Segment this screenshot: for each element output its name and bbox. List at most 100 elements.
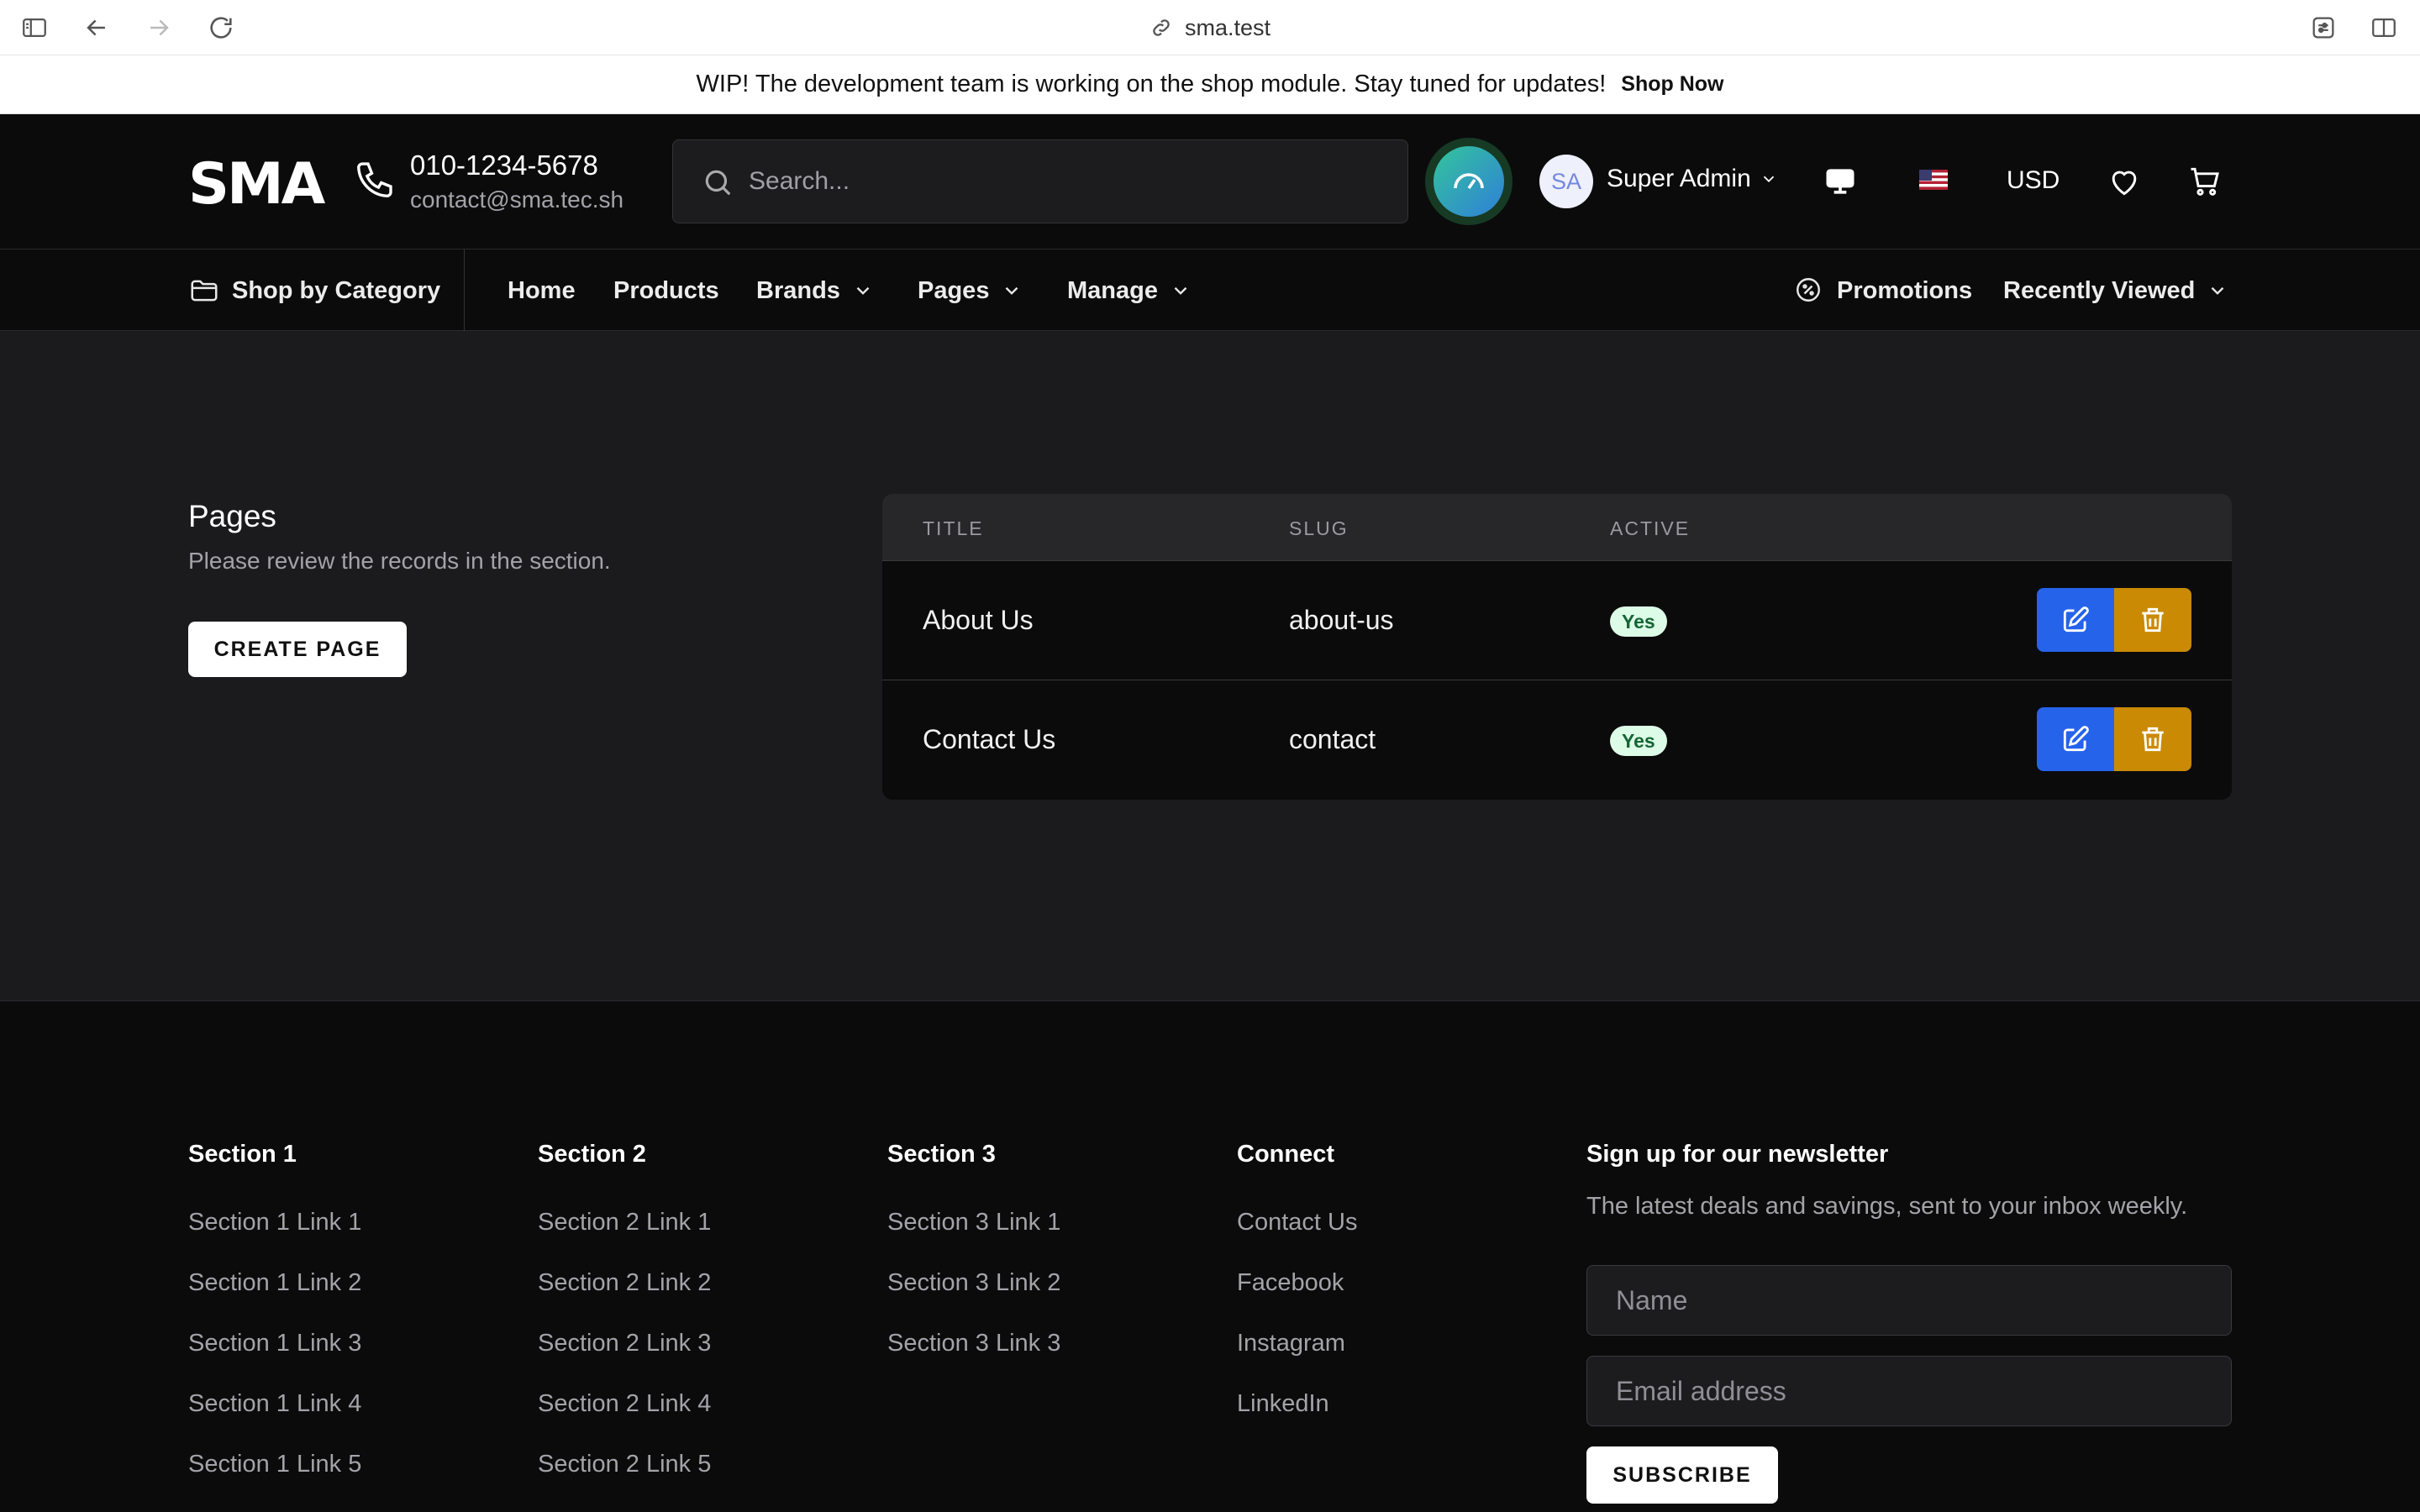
page-title: Pages [188,499,276,533]
nav-home[interactable]: Home [508,249,576,332]
heart-icon[interactable] [2106,163,2143,200]
footer-link[interactable]: Section 1 Link 4 [188,1390,361,1451]
announcement-bar: WIP! The development team is working on … [0,55,2420,114]
chevron-down-icon [2207,280,2228,302]
nav-recently-viewed[interactable]: Recently Viewed [2003,249,2228,332]
extensions-icon[interactable] [2309,13,2338,42]
site-header: SMA 010-1234-5678 contact@sma.tec.sh SA … [0,114,2420,249]
footer-heading: Section 1 [188,1141,297,1168]
search-icon [702,166,734,198]
user-menu[interactable]: Super Admin [1607,165,1778,193]
footer-link[interactable]: LinkedIn [1237,1390,1357,1451]
logo[interactable]: SMA [188,151,325,218]
delete-button[interactable] [2114,588,2191,652]
trash-icon [2137,604,2169,636]
phone-icon [353,156,398,202]
footer-link[interactable]: Section 3 Link 2 [887,1269,1060,1330]
subscribe-button[interactable]: SUBSCRIBE [1586,1446,1778,1504]
nav-products-label: Products [613,276,719,304]
edit-button[interactable] [2037,588,2114,652]
row-title: About Us [923,605,1034,635]
avatar[interactable]: SA [1539,155,1593,208]
trash-icon [2137,723,2169,755]
browser-toolbar: sma.test [0,0,2420,55]
chevron-down-icon [1170,280,1192,302]
cart-icon[interactable] [2186,163,2223,200]
footer-section-2: Section 2 Section 2 Link 1 Section 2 Lin… [538,1141,711,1511]
create-page-button[interactable]: CREATE PAGE [188,622,407,677]
nav-promotions-label: Promotions [1837,276,1973,304]
search-box[interactable] [672,139,1408,223]
footer-section-3: Section 3 Section 3 Link 1 Section 3 Lin… [887,1141,1060,1390]
column-header-title: TITLE [923,517,984,539]
row-slug: contact [1289,724,1376,754]
address-bar[interactable]: sma.test [0,0,2420,55]
user-name: Super Admin [1607,165,1751,192]
nav-pages[interactable]: Pages [918,249,1023,332]
link-icon [1150,16,1173,39]
split-view-icon[interactable] [2370,13,2398,42]
status-badge: Yes [1610,606,1667,637]
table-header: TITLE SLUG ACTIVE [882,494,2232,561]
footer-heading: Section 2 [538,1141,646,1168]
status-badge: Yes [1610,726,1667,756]
footer-link[interactable]: Section 1 Link 5 [188,1451,361,1511]
chevron-down-icon [852,280,874,302]
edit-icon [2060,723,2091,755]
shop-by-category-button[interactable]: Shop by Category [188,249,440,332]
discount-badge-icon [1793,275,1825,307]
edit-button[interactable] [2037,707,2114,771]
name-field[interactable] [1586,1265,2232,1336]
footer-link[interactable]: Section 1 Link 1 [188,1209,361,1269]
email-field[interactable] [1586,1356,2232,1426]
folder-icon [188,275,220,307]
footer-link[interactable]: Section 1 Link 3 [188,1330,361,1390]
nav-products[interactable]: Products [613,249,719,332]
monitor-icon[interactable] [1822,163,1859,200]
footer-connect: Connect Contact Us Facebook Instagram Li… [1237,1141,1357,1451]
currency-selector[interactable]: USD [2007,166,2060,195]
table-row: About Us about-us Yes [882,561,2232,680]
edit-icon [2060,604,2091,636]
nav-recently-viewed-label: Recently Viewed [2003,276,2196,304]
footer-section-1: Section 1 Section 1 Link 1 Section 1 Lin… [188,1141,361,1511]
footer-heading: Connect [1237,1141,1334,1168]
pages-table: TITLE SLUG ACTIVE About Us about-us Yes … [882,494,2232,800]
announcement-text: WIP! The development team is working on … [696,71,1607,97]
shop-now-link[interactable]: Shop Now [1621,72,1723,97]
footer-link[interactable]: Instagram [1237,1330,1357,1390]
us-flag-icon[interactable] [1919,170,1948,190]
speedometer-button[interactable] [1425,138,1512,225]
nav-pages-label: Pages [918,276,990,304]
row-slug: about-us [1289,605,1394,635]
footer-link[interactable]: Section 3 Link 1 [887,1209,1060,1269]
footer-link[interactable]: Section 2 Link 2 [538,1269,711,1330]
newsletter-title: Sign up for our newsletter [1586,1141,1889,1168]
chevron-down-icon [1001,280,1023,302]
phone-number: 010-1234-5678 [410,150,598,181]
footer-link[interactable]: Section 3 Link 3 [887,1330,1060,1390]
nav-home-label: Home [508,276,576,304]
footer-heading: Section 3 [887,1141,996,1168]
nav-brands-label: Brands [756,276,840,304]
footer-link[interactable]: Contact Us [1237,1209,1357,1269]
delete-button[interactable] [2114,707,2191,771]
footer-link[interactable]: Section 2 Link 5 [538,1451,711,1511]
search-input[interactable] [749,167,1370,196]
speedometer-icon [1434,146,1504,217]
url-text: sma.test [1184,14,1271,40]
chevron-down-icon [1760,170,1778,188]
footer-link[interactable]: Section 2 Link 4 [538,1390,711,1451]
footer-link[interactable]: Section 2 Link 1 [538,1209,711,1269]
main-navigation: Shop by Category Home Products Brands Pa… [0,249,2420,332]
footer-link[interactable]: Section 1 Link 2 [188,1269,361,1330]
nav-brands[interactable]: Brands [756,249,874,332]
row-title: Contact Us [923,724,1056,754]
nav-manage-label: Manage [1067,276,1158,304]
nav-manage[interactable]: Manage [1067,249,1192,332]
nav-divider [464,249,465,332]
footer-link[interactable]: Section 2 Link 3 [538,1330,711,1390]
nav-promotions[interactable]: Promotions [1793,249,1972,332]
shop-by-category-label: Shop by Category [232,276,441,304]
footer-link[interactable]: Facebook [1237,1269,1357,1330]
